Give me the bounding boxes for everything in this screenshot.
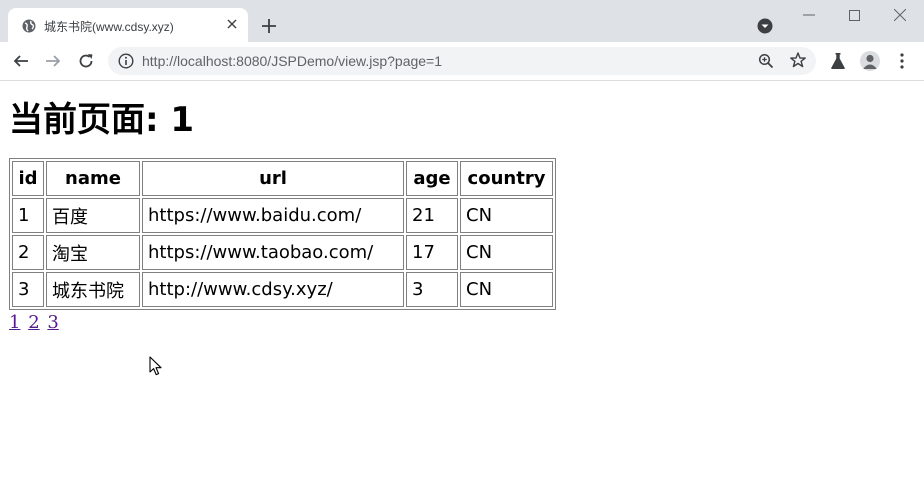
window-close-icon[interactable] [887,5,913,25]
cell-id: 3 [12,272,44,307]
cell-name: 城东书院 [46,272,140,307]
plus-icon[interactable] [260,17,278,35]
cell-age: 17 [406,235,458,270]
cell-name: 淘宝 [46,235,140,270]
cell-url: https://www.baidu.com/ [142,198,404,233]
table-row: 2 淘宝 https://www.taobao.com/ 17 CN [12,235,553,270]
cell-country: CN [460,235,553,270]
cell-country: CN [460,198,553,233]
cell-id: 1 [12,198,44,233]
flask-icon[interactable] [829,52,847,70]
mouse-cursor-icon [149,356,163,376]
zoom-icon[interactable] [758,53,774,69]
column-header-id: id [12,161,44,196]
reload-icon[interactable] [75,50,97,72]
back-arrow-icon[interactable] [10,50,32,72]
page-link-3[interactable]: 3 [47,312,58,333]
cell-country: CN [460,272,553,307]
address-bar[interactable]: http://localhost:8080/JSPDemo/view.jsp?p… [108,47,816,75]
close-icon[interactable] [224,16,240,32]
pagination: 1 2 3 [9,312,61,333]
minimize-icon[interactable] [796,5,822,25]
page-heading: 当前页面: 1 [9,100,195,140]
info-icon[interactable] [118,53,134,69]
column-header-country: country [460,161,553,196]
cell-id: 2 [12,235,44,270]
table-header-row: id name url age country [12,161,553,196]
page-link-1[interactable]: 1 [9,312,20,333]
column-header-age: age [406,161,458,196]
cell-url: http://www.cdsy.xyz/ [142,272,404,307]
chevron-down-circle-icon[interactable] [757,18,773,34]
url-text[interactable]: http://localhost:8080/JSPDemo/view.jsp?p… [142,53,442,69]
table-row: 1 百度 https://www.baidu.com/ 21 CN [12,198,553,233]
page-link-2[interactable]: 2 [28,312,39,333]
browser-tab[interactable]: 城东书院(www.cdsy.xyz) [8,8,248,42]
page-content: 当前页面: 1 id name url age country 1 百度 htt… [0,81,924,478]
forward-arrow-icon[interactable] [42,50,64,72]
cell-url: https://www.taobao.com/ [142,235,404,270]
cell-age: 3 [406,272,458,307]
data-table: id name url age country 1 百度 https://www… [9,158,556,310]
tab-title: 城东书院(www.cdsy.xyz) [44,20,174,34]
star-icon[interactable] [790,52,806,68]
account-icon[interactable] [860,51,880,71]
cell-age: 21 [406,198,458,233]
tab-strip: 城东书院(www.cdsy.xyz) [0,0,924,42]
cell-name: 百度 [46,198,140,233]
column-header-url: url [142,161,404,196]
column-header-name: name [46,161,140,196]
globe-icon [22,18,36,33]
maximize-icon[interactable] [841,5,867,25]
browser-toolbar: http://localhost:8080/JSPDemo/view.jsp?p… [0,42,924,81]
table-row: 3 城东书院 http://www.cdsy.xyz/ 3 CN [12,272,553,307]
kebab-menu-icon[interactable] [893,52,911,70]
